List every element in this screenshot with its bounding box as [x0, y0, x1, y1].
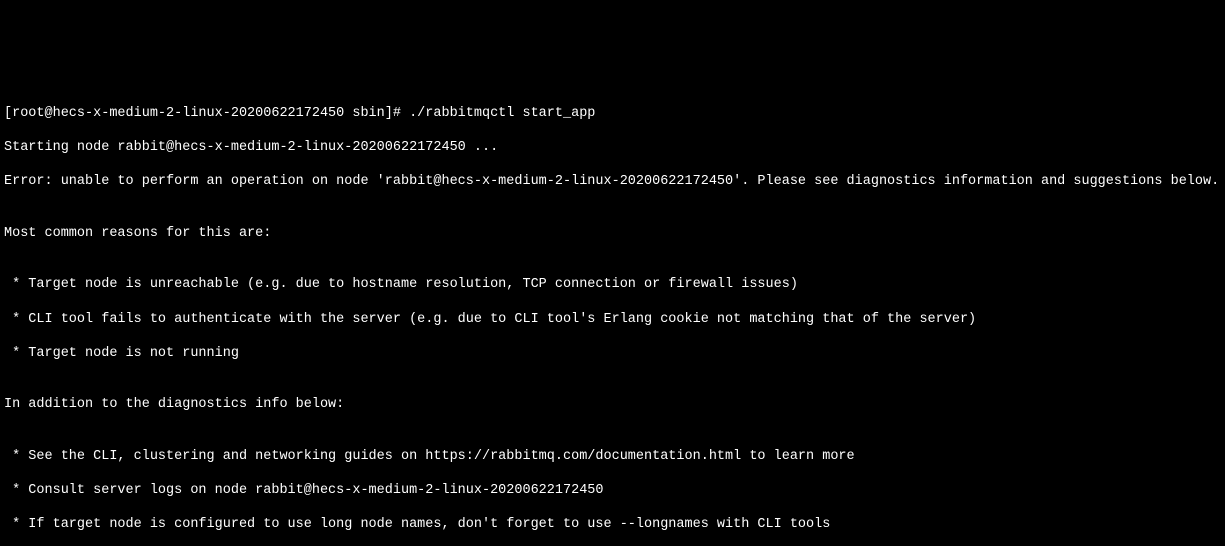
terminal-line: In addition to the diagnostics info belo…: [4, 396, 1221, 413]
terminal-line: * Consult server logs on node rabbit@hec…: [4, 482, 1221, 499]
terminal-line: * CLI tool fails to authenticate with th…: [4, 311, 1221, 328]
terminal-line: Most common reasons for this are:: [4, 225, 1221, 242]
terminal-output[interactable]: [root@hecs-x-medium-2-linux-202006221724…: [0, 86, 1225, 546]
terminal-line: * See the CLI, clustering and networking…: [4, 448, 1221, 465]
terminal-line: * If target node is configured to use lo…: [4, 516, 1221, 533]
terminal-line: * Target node is not running: [4, 345, 1221, 362]
terminal-line: Error: unable to perform an operation on…: [4, 173, 1221, 190]
terminal-line: [root@hecs-x-medium-2-linux-202006221724…: [4, 105, 1221, 122]
terminal-line: * Target node is unreachable (e.g. due t…: [4, 276, 1221, 293]
terminal-line: Starting node rabbit@hecs-x-medium-2-lin…: [4, 139, 1221, 156]
